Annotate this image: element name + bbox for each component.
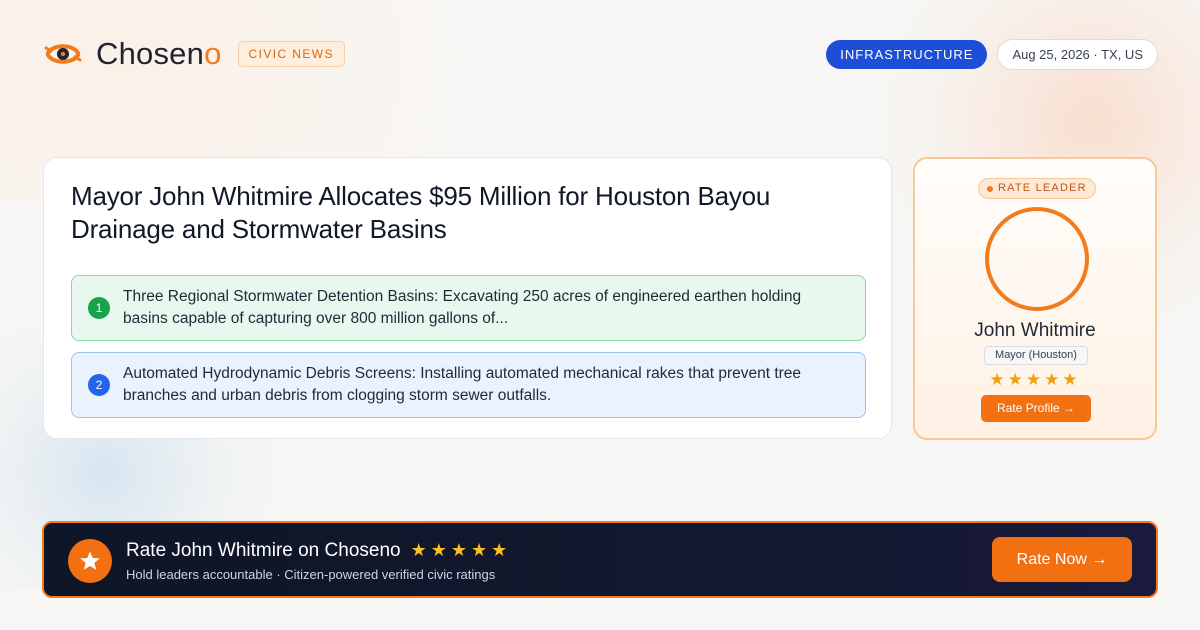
- star-icon: [68, 539, 112, 583]
- brand-name[interactable]: Choseno: [96, 36, 222, 72]
- rate-now-button[interactable]: Rate Now →: [992, 537, 1132, 582]
- brand-name-accent: o: [204, 36, 222, 71]
- rate-leader-badge: RATE LEADER: [978, 178, 1096, 199]
- avatar[interactable]: [985, 207, 1089, 311]
- header-meta: INFRASTRUCTURE Aug 25, 2026 · TX, US: [826, 38, 1158, 70]
- eye-logo-icon: [44, 44, 82, 64]
- rate-leader-label: RATE LEADER: [998, 182, 1087, 194]
- civic-news-tag: CIVIC NEWS: [237, 41, 345, 67]
- leader-name: John Whitmire: [974, 320, 1096, 341]
- key-point-2: 2 Automated Hydrodynamic Debris Screens:…: [71, 352, 866, 418]
- point-text: Automated Hydrodynamic Debris Screens: I…: [123, 365, 802, 404]
- banner-title: Rate John Whitmire on Choseno: [126, 540, 401, 561]
- dot-icon: [987, 185, 993, 192]
- header: Choseno CIVIC NEWS INFRASTRUCTURE Aug 25…: [44, 36, 1158, 72]
- leader-role-tag: Mayor (Houston): [984, 346, 1088, 365]
- point-number-badge: 1: [88, 297, 110, 319]
- rate-banner: Rate John Whitmire on Choseno ★★★★★ Hold …: [42, 521, 1158, 598]
- point-number-badge: 2: [88, 374, 110, 396]
- brand-name-main: Chosen: [96, 36, 205, 71]
- banner-star-icons: ★★★★★: [410, 540, 512, 560]
- key-point-1: 1 Three Regional Stormwater Detention Ba…: [71, 275, 866, 341]
- leader-card: RATE LEADER John Whitmire Mayor (Houston…: [913, 157, 1157, 440]
- point-text: Three Regional Stormwater Detention Basi…: [123, 288, 802, 327]
- article-card: Mayor John Whitmire Allocates $95 Millio…: [43, 157, 892, 439]
- banner-title-row: Rate John Whitmire on Choseno ★★★★★: [126, 540, 511, 562]
- star-rating-icons[interactable]: ★★★★★: [915, 370, 1155, 390]
- category-pill[interactable]: INFRASTRUCTURE: [826, 39, 988, 69]
- article-headline: Mayor John Whitmire Allocates $95 Millio…: [71, 181, 771, 244]
- rate-profile-button[interactable]: Rate Profile →: [981, 395, 1091, 422]
- banner-subtitle: Hold leaders accountable · Citizen-power…: [126, 567, 496, 582]
- date-location-pill: Aug 25, 2026 · TX, US: [997, 38, 1158, 70]
